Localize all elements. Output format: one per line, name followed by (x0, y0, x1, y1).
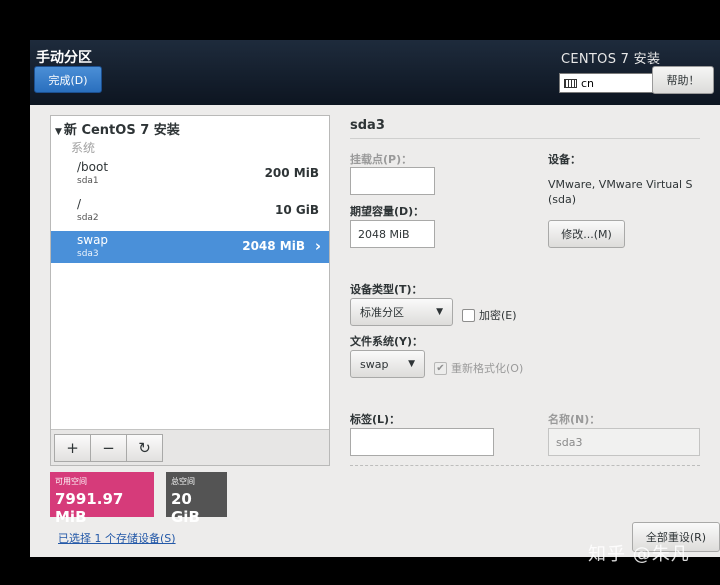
partition-size: 2048 MiB (242, 239, 305, 253)
partition-toolbar: + − ↻ (51, 429, 329, 465)
mount-point-input[interactable] (350, 167, 435, 195)
encrypt-label: 加密(E) (479, 309, 517, 322)
partition-device: sda2 (77, 213, 99, 223)
encrypt-checkbox[interactable]: 加密(E) (462, 307, 517, 323)
checkbox-box (462, 308, 475, 322)
dashed-divider (350, 465, 700, 466)
done-button[interactable]: 完成(D) (34, 66, 102, 93)
mount-point-label: 挂载点(P)： (350, 153, 413, 166)
partition-size: 10 GiB (275, 203, 319, 217)
desired-capacity-input[interactable]: 2048 MiB (350, 220, 435, 248)
modify-button[interactable]: 修改...(M) (548, 220, 625, 248)
partition-row-swap[interactable]: swap sda3 2048 MiB › (51, 231, 329, 263)
partition-device: sda3 (77, 249, 99, 259)
add-partition-button[interactable]: + (54, 434, 91, 462)
device-type-label: 设备类型(T)： (350, 283, 423, 296)
partition-device: sda1 (77, 176, 99, 186)
device-type-value: 标准分区 (360, 306, 404, 319)
filesystem-value: swap (360, 357, 389, 371)
help-button[interactable]: 帮助！ (652, 66, 714, 94)
refresh-button[interactable]: ↻ (126, 434, 163, 462)
checkbox-checked-icon: ✔ (434, 361, 447, 375)
device-description: VMware, VMware Virtual S (sda) (548, 178, 693, 206)
install-group-label: 新 CentOS 7 安装 (63, 123, 180, 138)
available-space-label: 可用空间 (55, 477, 87, 486)
device-type-dropdown[interactable]: 标准分区 ▼ (350, 298, 453, 326)
selected-devices-link[interactable]: 已选择 1 个存储设备(S) (58, 530, 176, 546)
partition-mount: swap (77, 233, 109, 247)
title-divider (350, 138, 700, 139)
keyboard-layout-indicator[interactable]: cn (559, 73, 653, 93)
install-group-header[interactable]: ▼ 新 CentOS 7 安装 (55, 119, 180, 138)
desired-capacity-label: 期望容量(D)： (350, 205, 425, 218)
available-space-box: 可用空间 7991.97 MiB (50, 472, 154, 526)
partition-detail-title: sda3 (350, 118, 385, 133)
product-title: CENTOS 7 安装 (561, 52, 661, 67)
keyboard-icon (564, 78, 577, 88)
watermark-text: 知乎 @朱凡 (588, 544, 690, 565)
remove-partition-button[interactable]: − (90, 434, 127, 462)
reformat-checkbox[interactable]: ✔ 重新格式化(O) (434, 360, 523, 376)
dropdown-caret-icon: ▼ (408, 359, 415, 369)
page-title: 手动分区 (36, 50, 92, 66)
name-input[interactable]: sda3 (548, 428, 700, 456)
partition-list-panel: ▼ 新 CentOS 7 安装 系统 /boot sda1 200 MiB / s… (50, 115, 330, 466)
tag-label: 标签(L)： (350, 413, 401, 426)
total-space-box: 总空间 20 GiB (166, 472, 227, 526)
device-label: 设备： (548, 153, 581, 166)
partition-row-root[interactable]: / sda2 10 GiB (51, 195, 329, 227)
filesystem-label: 文件系统(Y)： (350, 335, 424, 348)
dropdown-caret-icon: ▼ (436, 307, 443, 317)
chevron-right-icon: › (314, 237, 321, 255)
system-section-label: 系统 (71, 141, 96, 155)
partition-row-boot[interactable]: /boot sda1 200 MiB (51, 158, 329, 190)
header-bar: 手动分区 完成(D) CENTOS 7 安装 cn 帮助！ (30, 40, 720, 105)
partition-mount: /boot (77, 160, 109, 174)
total-space-label: 总空间 (171, 477, 195, 486)
installer-window: 手动分区 完成(D) CENTOS 7 安装 cn 帮助！ ▼ 新 CentOS … (30, 40, 720, 557)
partition-size: 200 MiB (264, 166, 319, 180)
reformat-label: 重新格式化(O) (451, 362, 524, 375)
partition-mount: / (77, 197, 82, 211)
total-space-value: 20 GiB (171, 490, 200, 526)
keyboard-layout-value: cn (581, 76, 595, 90)
tag-input[interactable] (350, 428, 494, 456)
expander-triangle-icon: ▼ (55, 127, 62, 137)
available-space-value: 7991.97 MiB (55, 490, 124, 526)
filesystem-dropdown[interactable]: swap ▼ (350, 350, 425, 378)
name-label: 名称(N)： (548, 413, 601, 426)
